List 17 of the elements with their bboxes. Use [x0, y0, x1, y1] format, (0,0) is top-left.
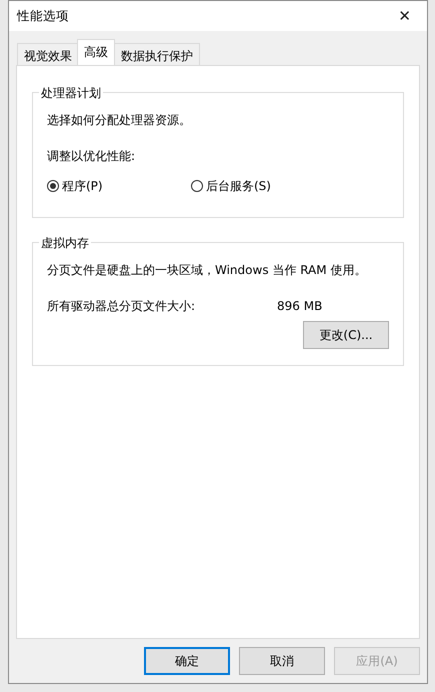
group-title: 处理器计划 [39, 84, 103, 102]
radio-option[interactable]: 程序(P) [47, 177, 191, 195]
size-value: 896 MB [277, 298, 322, 315]
dialog-button[interactable]: 取消 [239, 647, 325, 675]
description-text: 选择如何分配处理器资源。 [47, 112, 192, 129]
group-title: 虚拟内存 [39, 234, 91, 252]
description-text: 分页文件是硬盘上的一块区域，Windows 当作 RAM 使用。 [47, 262, 368, 279]
field-label: 所有驱动器总分页文件大小: [47, 298, 196, 315]
change-button[interactable]: 更改(C)... [303, 321, 389, 349]
radio-option[interactable]: 后台服务(S) [191, 177, 271, 195]
tab[interactable]: 高级 [77, 39, 115, 65]
close-button[interactable]: ✕ [394, 4, 415, 28]
dialog-button[interactable]: 确定 [144, 647, 230, 675]
tab[interactable]: 数据执行保护 [114, 43, 200, 65]
tab[interactable]: 视觉效果 [17, 43, 79, 65]
window-title: 性能选项 [17, 6, 69, 25]
prompt-text: 调整以优化性能: [47, 148, 136, 165]
